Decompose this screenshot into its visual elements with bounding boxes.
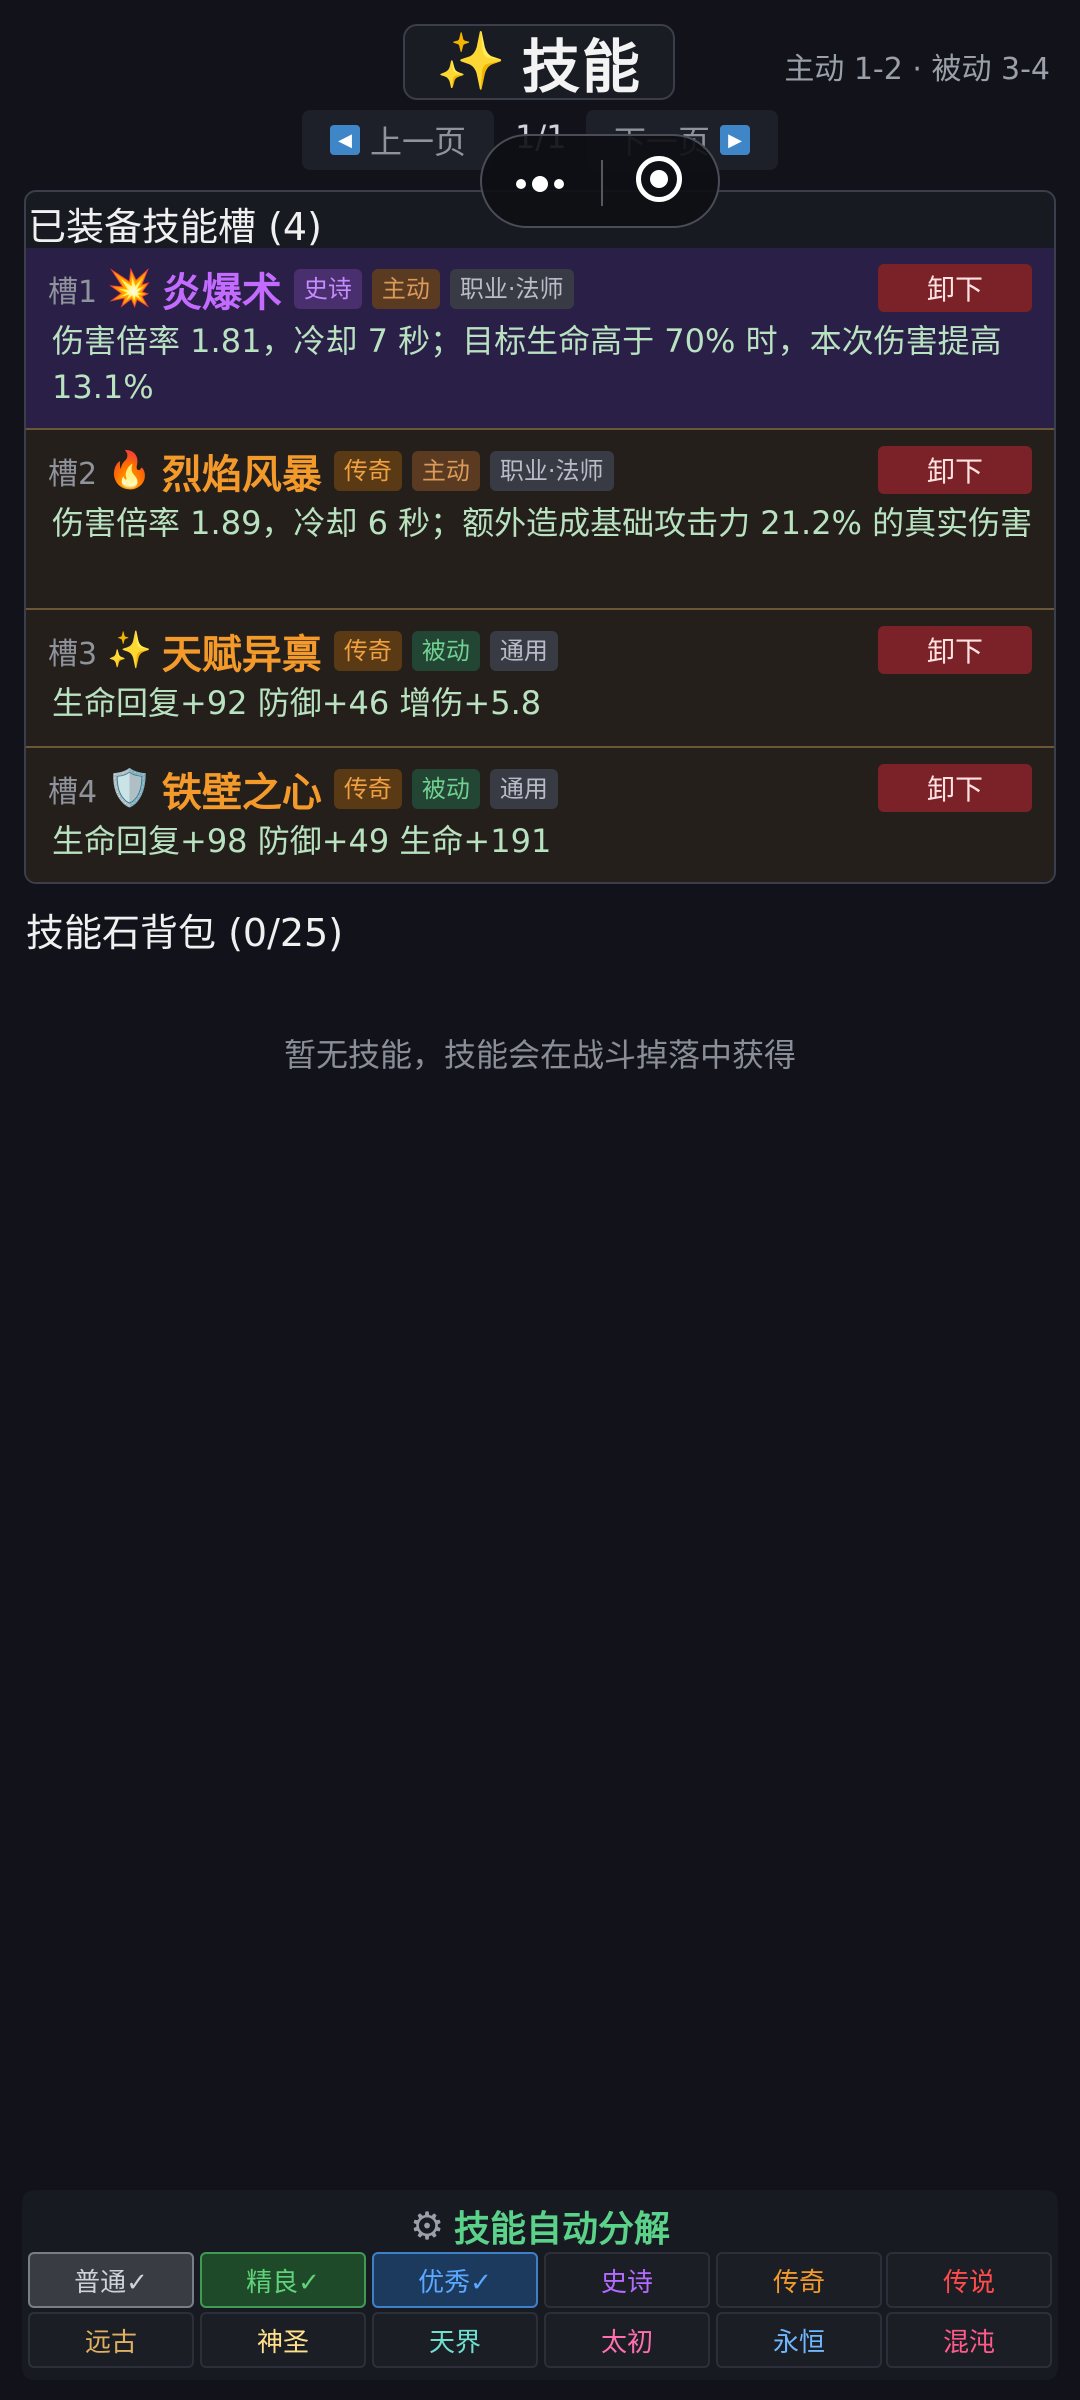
grade-label: 精良✓ [246,2267,320,2298]
unequip-button[interactable]: 卸下 [878,626,1032,674]
unequip-button[interactable]: 卸下 [878,764,1032,812]
backpack-empty-message: 暂无技能，技能会在战斗掉落中获得 [283,1036,796,1074]
auto-decompose-panel: ⚙ 技能自动分解 普通✓ 精良✓ 优秀✓ 史诗 传奇 传说 远古 神圣 天界 太… [22,2190,1058,2380]
grade-toggle-excellent[interactable]: 优秀✓ [372,2252,538,2308]
rarity-tag: 传奇 [333,630,402,672]
skill-description: 生命回复+98 防御+49 生命+191 [52,822,552,860]
explosion-icon: 💥 [107,268,152,309]
close-target-icon[interactable] [636,156,682,202]
skill-slot-1: 槽1 💥 炎爆术 史诗 主动 职业·法师 卸下 伤害倍率 1.81，冷却 7 秒… [26,248,1054,430]
slot-number: 槽4 [48,775,98,810]
skill-description: 伤害倍率 1.89，冷却 6 秒；额外造成基础攻击力 21.2% 的真实伤害 [52,504,1033,542]
rarity-tag: 史诗 [293,268,362,310]
gear-icon: ⚙ [409,2204,445,2248]
scope-tag: 通用 [489,768,558,810]
skill-name: 天赋异禀 [161,632,322,678]
grade-toggle-epic[interactable]: 史诗 [544,2252,710,2308]
grade-toggle-eternal[interactable]: 永恒 [716,2312,882,2368]
grade-toggle-legendary[interactable]: 传奇 [716,2252,882,2308]
skill-name: 烈焰风暴 [161,452,322,498]
grade-label: 远古 [84,2327,137,2358]
fire-icon: 🔥 [107,450,152,491]
grade-label: 史诗 [600,2267,653,2298]
grade-label: 太初 [600,2327,653,2358]
unequip-button[interactable]: 卸下 [878,264,1032,312]
right-arrow-icon: ▶ [720,125,750,155]
kind-tag: 主动 [411,450,480,492]
unequip-button[interactable]: 卸下 [878,446,1032,494]
kind-tag: 被动 [411,768,480,810]
grade-label: 天界 [428,2327,481,2358]
grade-toggle-chaos[interactable]: 混沌 [886,2312,1052,2368]
slot-hint: 主动 1-2 · 被动 3-4 [784,52,1050,87]
auto-decompose-title: 技能自动分解 [454,2209,671,2250]
scope-tag: 通用 [489,630,558,672]
kind-tag: 主动 [371,268,440,310]
grade-toggle-celestial[interactable]: 天界 [372,2312,538,2368]
grade-toggle-ancient[interactable]: 远古 [28,2312,194,2368]
sparkles-icon: ✨ [436,29,506,94]
grade-toggle-divine[interactable]: 神圣 [200,2312,366,2368]
sparkles-icon: ✨ [107,630,152,671]
kind-tag: 被动 [411,630,480,672]
page-title-box: ✨ 技能 [403,24,675,101]
rarity-tag: 传奇 [333,768,402,810]
slot-number: 槽2 [48,457,98,492]
scope-tag: 职业·法师 [489,450,614,492]
skill-name: 铁壁之心 [161,770,322,816]
prev-page-button[interactable]: ◀ 上一页 [302,110,494,170]
left-arrow-icon: ◀ [329,125,360,155]
grade-label: 传说 [942,2267,995,2298]
grade-toggle-fine[interactable]: 精良✓ [200,2252,366,2308]
rarity-tag: 传奇 [333,450,402,492]
skill-slot-3: 槽3 ✨ 天赋异禀 传奇 被动 通用 卸下 生命回复+92 防御+46 增伤+5… [26,610,1054,748]
slot-number: 槽1 [48,275,98,310]
shield-icon: 🛡️ [107,768,152,809]
auto-decompose-header: ⚙ 技能自动分解 [22,2200,1058,2252]
grade-label: 神圣 [256,2327,309,2358]
miniprogram-capsule [480,134,720,228]
capsule-divider [601,160,603,206]
grade-toggle-primordial[interactable]: 太初 [544,2312,710,2368]
prev-page-label: 上一页 [369,123,466,161]
grade-toggle-mythic[interactable]: 传说 [886,2252,1052,2308]
grade-toggle-common[interactable]: 普通✓ [28,2252,194,2308]
backpack-title: 技能石背包 (0/25) [26,911,344,955]
skill-slot-2: 槽2 🔥 烈焰风暴 传奇 主动 职业·法师 卸下 伤害倍率 1.89，冷却 6 … [26,430,1054,610]
page-title: 技能 [521,33,642,101]
skill-description: 伤害倍率 1.81，冷却 7 秒；目标生命高于 70% 时，本次伤害提高 13.… [52,322,1002,406]
slot-number: 槽3 [48,637,98,672]
equipped-slots-panel: 已装备技能槽 (4) 槽1 💥 炎爆术 史诗 主动 职业·法师 卸下 伤害倍率 … [24,190,1056,884]
grade-label: 传奇 [772,2267,825,2298]
equipped-title: 已装备技能槽 (4) [28,205,322,249]
grade-label: 混沌 [942,2327,995,2358]
skill-description: 生命回复+92 防御+46 增伤+5.8 [52,684,542,722]
scope-tag: 职业·法师 [449,268,574,310]
grade-label: 普通✓ [74,2267,148,2298]
skill-slot-4: 槽4 🛡️ 铁壁之心 传奇 被动 通用 卸下 生命回复+98 防御+49 生命+… [26,748,1054,882]
grade-label: 优秀✓ [418,2267,492,2298]
more-menu-icon[interactable] [516,176,564,192]
skill-name: 炎爆术 [161,270,282,316]
grade-label: 永恒 [772,2327,825,2358]
